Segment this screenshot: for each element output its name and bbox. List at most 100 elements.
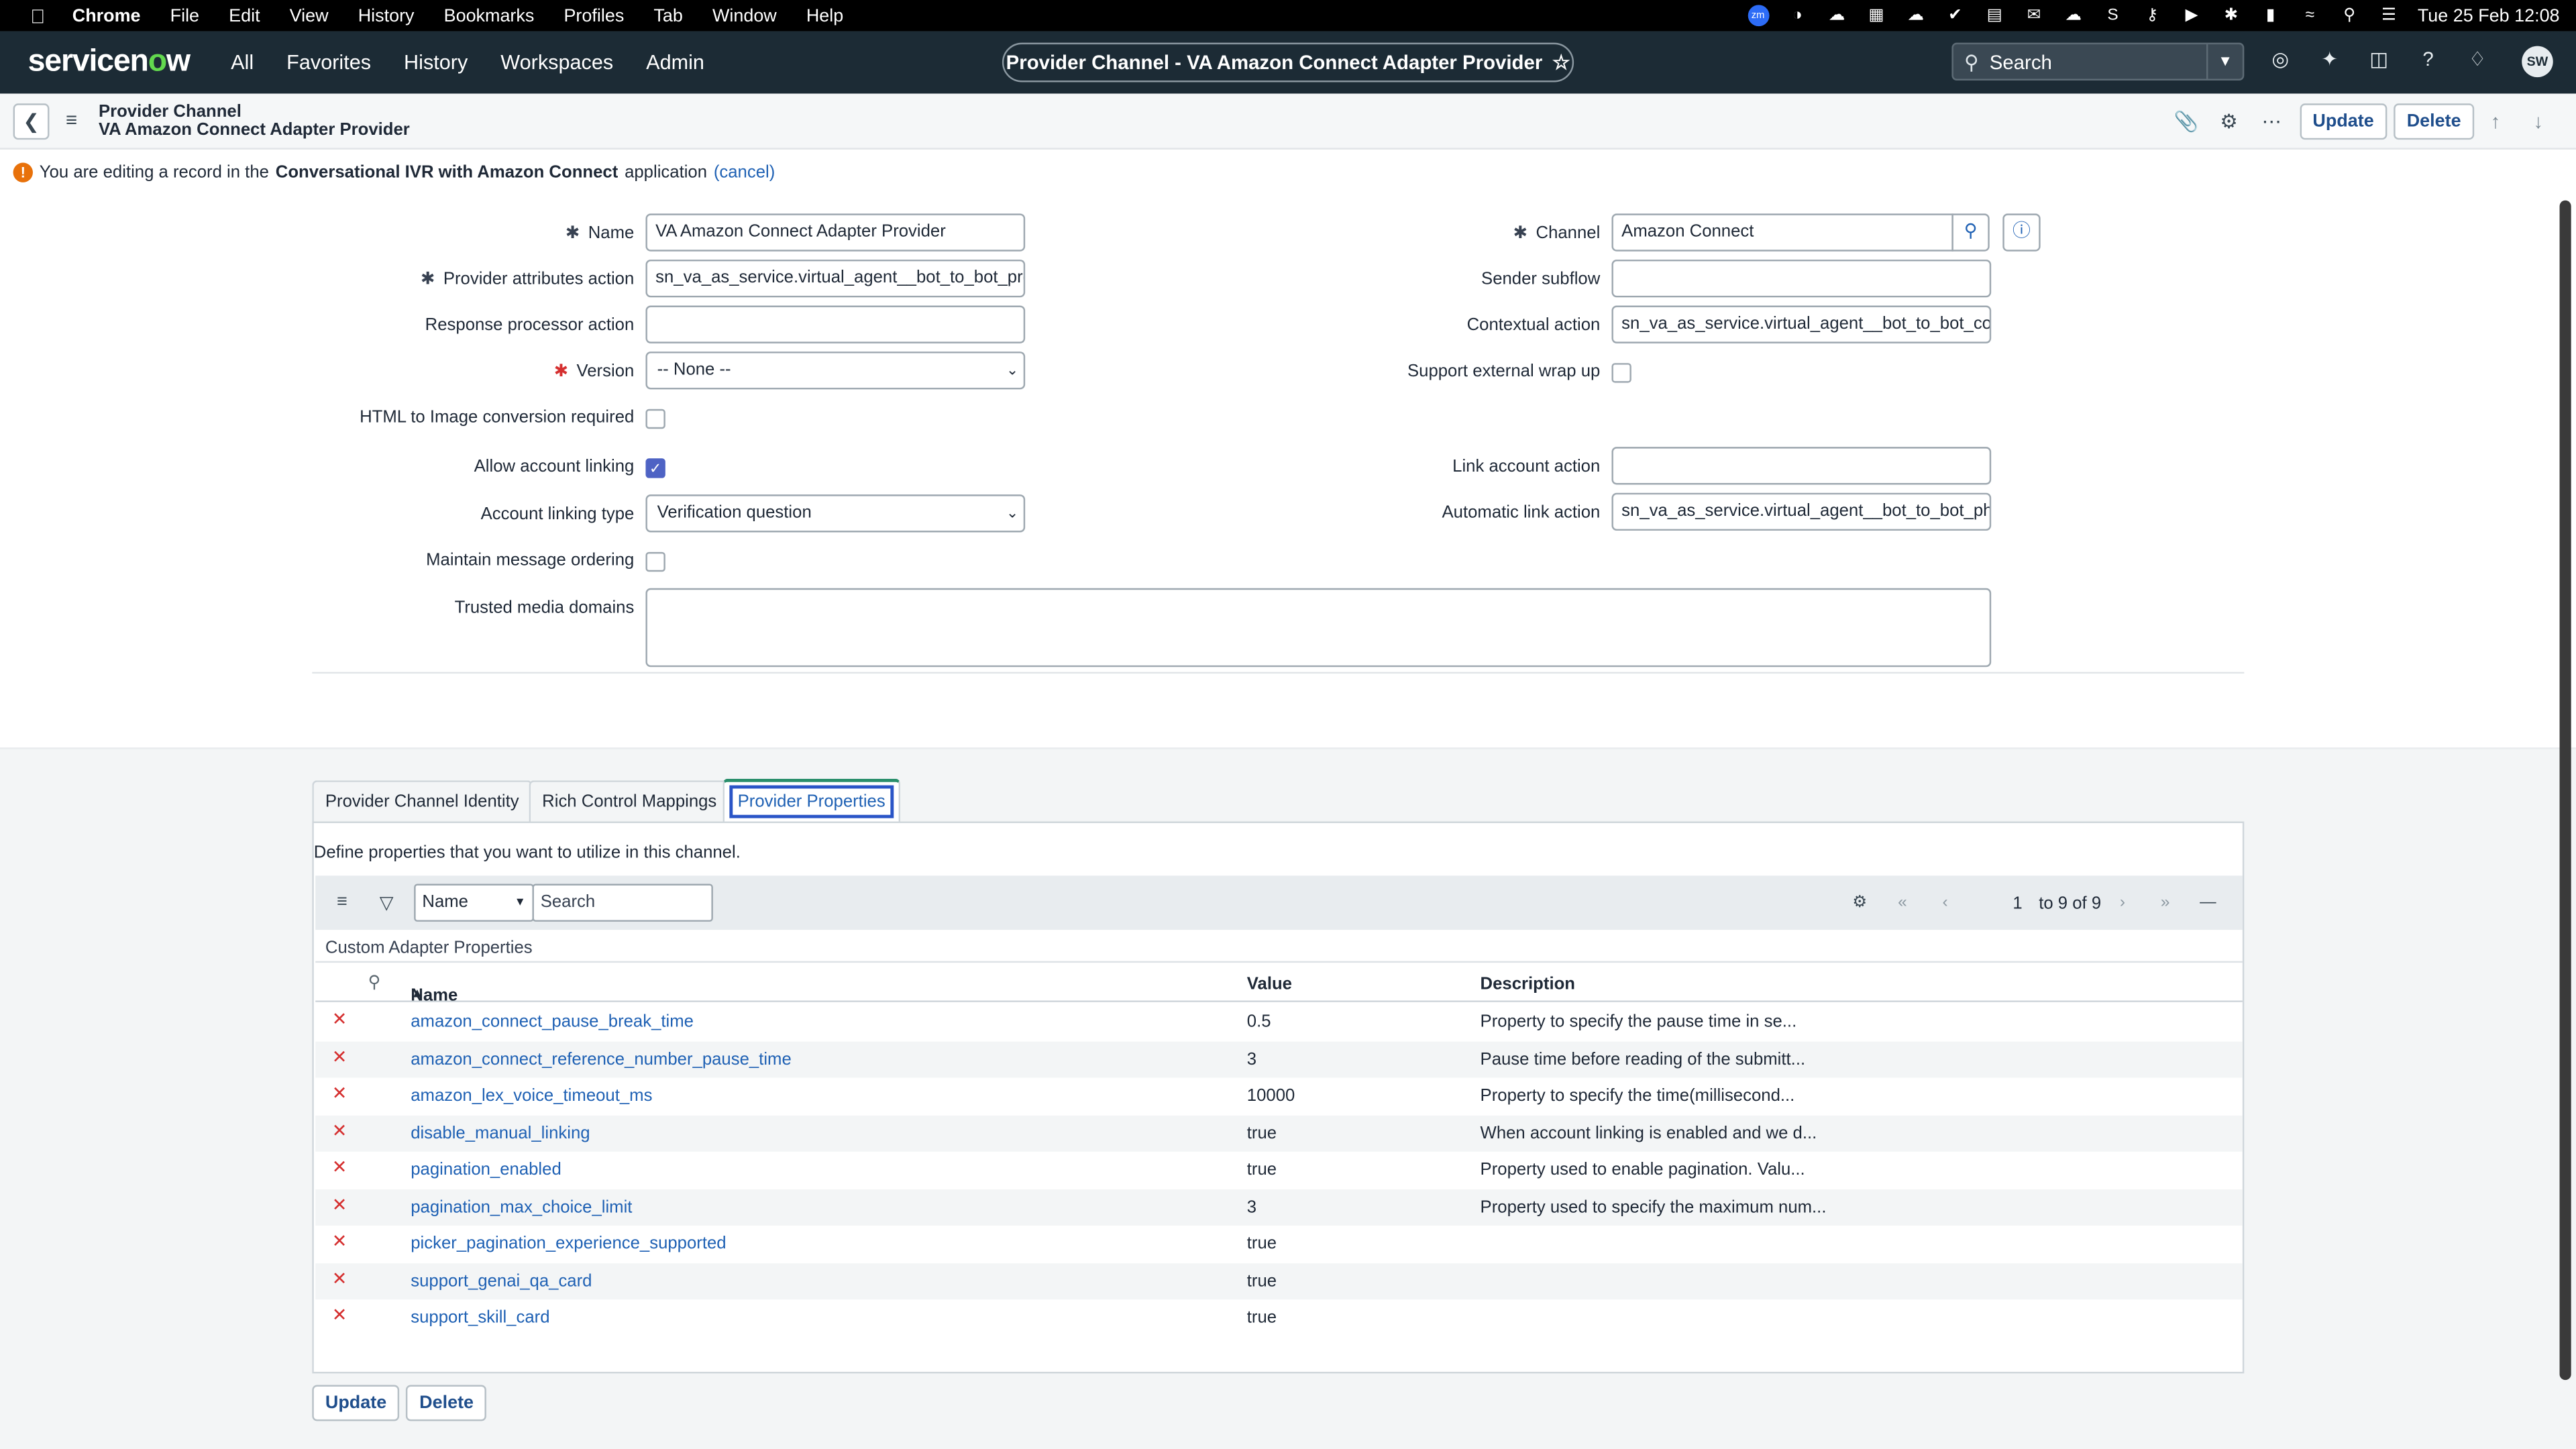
next-page-icon[interactable]: ›: [2101, 894, 2144, 912]
menu-datetime[interactable]: Tue 25 Feb 12:08: [2418, 6, 2560, 25]
tab-rich-control-mappings[interactable]: Rich Control Mappings: [529, 780, 730, 823]
play-icon[interactable]: ▶: [2181, 7, 2202, 25]
page-scrollbar[interactable]: [2559, 200, 2571, 1381]
update-button-bottom[interactable]: Update: [312, 1385, 400, 1421]
update-button-top[interactable]: Update: [2299, 103, 2387, 140]
response-proc-field[interactable]: [645, 305, 1026, 343]
last-page-icon[interactable]: »: [2144, 894, 2187, 912]
property-name-link[interactable]: support_genai_qa_card: [411, 1271, 592, 1290]
global-search[interactable]: ⚲ Search ▼: [1951, 42, 2245, 81]
star-icon[interactable]: ☆: [1552, 51, 1570, 74]
check-circle-icon[interactable]: ✔: [1945, 7, 1966, 25]
cloud-icon[interactable]: ☁: [1905, 7, 1927, 25]
channel-lookup-search-icon[interactable]: ⚲: [1951, 213, 1990, 252]
nav-workspaces[interactable]: Workspaces: [500, 51, 613, 74]
globe-icon[interactable]: ◎: [2267, 48, 2294, 70]
delete-row-icon[interactable]: ✕: [332, 1120, 347, 1140]
delete-button-bottom[interactable]: Delete: [406, 1385, 487, 1421]
menu-profiles[interactable]: Profiles: [564, 6, 624, 25]
delete-row-icon[interactable]: ✕: [332, 1230, 347, 1252]
attachment-icon[interactable]: 📎: [2165, 110, 2208, 133]
property-name-link[interactable]: picker_pagination_experience_supported: [411, 1234, 726, 1253]
menu-history[interactable]: History: [358, 6, 415, 25]
avatar[interactable]: SW: [2522, 46, 2553, 78]
filter-icon[interactable]: ▽: [380, 892, 394, 913]
allow-link-checkbox[interactable]: ✓: [645, 458, 665, 478]
context-title-pill[interactable]: Provider Channel - VA Amazon Connect Ada…: [1002, 42, 1574, 83]
page-number-input[interactable]: 1: [1966, 884, 2033, 921]
list-settings-gear-icon[interactable]: ⚙: [1838, 894, 1881, 912]
tab-provider-channel-identity[interactable]: Provider Channel Identity: [312, 780, 533, 823]
channel-info-icon[interactable]: ⓘ: [2002, 213, 2041, 252]
collapse-list-icon[interactable]: —: [2187, 894, 2230, 912]
version-select[interactable]: -- None -- ⌄: [645, 352, 1026, 390]
menu-window[interactable]: Window: [712, 6, 777, 25]
menu-help[interactable]: Help: [806, 6, 843, 25]
name-field[interactable]: VA Amazon Connect Adapter Provider: [645, 213, 1026, 252]
contextual-action-field[interactable]: sn_va_as_service.virtual_agent__bot_to_b…: [1611, 305, 1992, 343]
property-name-link[interactable]: support_skill_card: [411, 1307, 549, 1327]
delete-row-icon[interactable]: ✕: [332, 1267, 347, 1289]
property-name-link[interactable]: amazon_lex_voice_timeout_ms: [411, 1086, 652, 1106]
first-page-icon[interactable]: «: [1881, 894, 1924, 912]
menu-file[interactable]: File: [170, 6, 199, 25]
chat-icon[interactable]: ◫: [2366, 48, 2392, 70]
maintain-order-checkbox[interactable]: [645, 551, 665, 572]
previous-record-icon[interactable]: ↑: [2474, 110, 2517, 133]
battery-icon[interactable]: ▮: [2260, 7, 2282, 25]
settings-sliders-icon[interactable]: ⚙: [2208, 110, 2251, 133]
trusted-domains-field[interactable]: [645, 588, 1992, 667]
menu-app-name[interactable]: Chrome: [72, 6, 141, 25]
delete-row-icon[interactable]: ✕: [332, 1009, 347, 1030]
nav-admin[interactable]: Admin: [646, 51, 704, 74]
property-name-link[interactable]: disable_manual_linking: [411, 1123, 590, 1142]
property-name-link[interactable]: pagination_max_choice_limit: [411, 1197, 632, 1216]
html-img-checkbox[interactable]: [645, 409, 665, 429]
control-center-icon[interactable]: ☰: [2378, 7, 2400, 25]
cloud-sync-icon[interactable]: ☁: [2063, 7, 2084, 25]
support-wrap-checkbox[interactable]: [1611, 363, 1631, 383]
search-dropdown-icon[interactable]: ▼: [2206, 44, 2243, 79]
delete-row-icon[interactable]: ✕: [332, 1305, 347, 1326]
delete-row-icon[interactable]: ✕: [332, 1046, 347, 1067]
menu-view[interactable]: View: [290, 6, 329, 25]
clipboard-icon[interactable]: ▤: [1984, 7, 2005, 25]
delete-row-icon[interactable]: ✕: [332, 1193, 347, 1215]
creative-cloud-icon[interactable]: ☁: [1826, 7, 1847, 25]
s-app-icon[interactable]: S: [2102, 7, 2124, 25]
delete-row-icon[interactable]: ✕: [332, 1157, 347, 1178]
list-menu-icon[interactable]: ≡: [337, 892, 347, 912]
zoom-icon[interactable]: zm: [1747, 5, 1769, 27]
nav-history[interactable]: History: [404, 51, 468, 74]
delete-button-top[interactable]: Delete: [2394, 103, 2475, 140]
next-record-icon[interactable]: ↓: [2517, 110, 2560, 133]
sender-subflow-field[interactable]: [1611, 259, 1992, 298]
provider-attr-field[interactable]: sn_va_as_service.virtual_agent__bot_to_b…: [645, 259, 1026, 298]
back-button[interactable]: ❮: [13, 103, 50, 140]
servicenow-logo[interactable]: servicenow: [28, 44, 191, 80]
help-icon[interactable]: ?: [2415, 48, 2441, 70]
context-menu-icon[interactable]: ≡: [66, 109, 77, 131]
link-type-select[interactable]: Verification question ⌄: [645, 494, 1026, 533]
property-name-link[interactable]: pagination_enabled: [411, 1160, 561, 1179]
menu-bookmarks[interactable]: Bookmarks: [444, 6, 535, 25]
link-action-field[interactable]: [1611, 447, 1992, 485]
outlook-icon[interactable]: ✉: [2023, 7, 2045, 25]
previous-page-icon[interactable]: ‹: [1924, 894, 1967, 912]
column-search-icon[interactable]: ⚲: [368, 973, 381, 992]
grid-app-icon[interactable]: ▦: [1866, 7, 1887, 25]
property-name-link[interactable]: amazon_connect_reference_number_pause_ti…: [411, 1049, 792, 1069]
wifi-icon[interactable]: ≈: [2300, 7, 2321, 25]
key-icon[interactable]: ⚷: [2141, 7, 2163, 25]
delete-row-icon[interactable]: ✕: [332, 1083, 347, 1104]
list-search-input[interactable]: Search: [532, 883, 713, 922]
tab-provider-properties[interactable]: Provider Properties: [722, 778, 900, 823]
auto-link-field[interactable]: sn_va_as_service.virtual_agent__bot_to_b…: [1611, 492, 1992, 531]
sparkle-icon[interactable]: ✦: [2316, 48, 2343, 70]
search-field-select[interactable]: Name ▼: [414, 883, 534, 922]
spotlight-search-icon[interactable]: ⚲: [2339, 7, 2360, 25]
menu-edit[interactable]: Edit: [229, 6, 260, 25]
bluetooth-icon[interactable]: ✱: [2220, 7, 2242, 25]
apple-icon[interactable]: : [23, 4, 52, 27]
column-header-value[interactable]: Value: [1247, 974, 1292, 994]
